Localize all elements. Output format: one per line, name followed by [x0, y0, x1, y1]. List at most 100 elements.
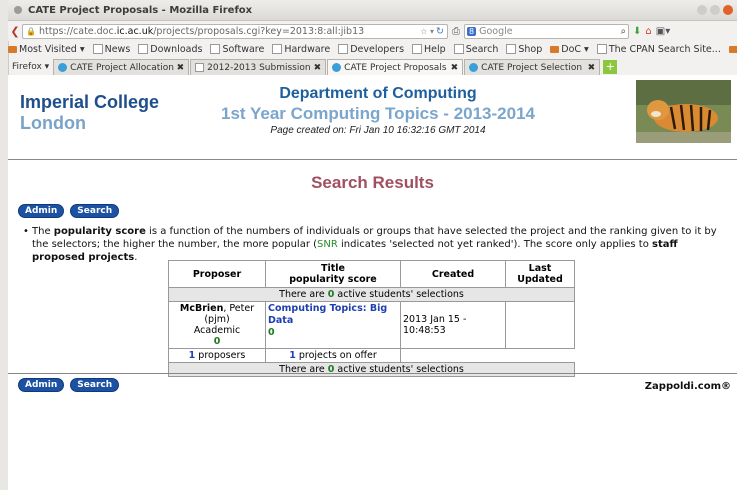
course-subtitle: 1st Year Computing Topics - 2013-2014: [221, 104, 535, 123]
search-button[interactable]: Search: [70, 378, 120, 392]
bookmark-label: Developers: [350, 43, 405, 55]
minimize-icon[interactable]: [697, 5, 707, 15]
project-title-link[interactable]: Computing Topics: Big Data: [268, 303, 387, 326]
admin-button[interactable]: Admin: [18, 204, 65, 218]
bookmark-item[interactable]: Developers: [338, 44, 404, 55]
bookmark-icon: [210, 44, 221, 54]
snr-label: SNR: [317, 239, 338, 250]
bookmark-label: Hardware: [284, 43, 331, 55]
bookmark-label: Shop: [518, 43, 543, 55]
admin-button[interactable]: Admin: [18, 378, 65, 392]
bookmark-item[interactable]: Hardware: [272, 44, 330, 55]
url-dropdown-icon[interactable]: ☆ ▾: [420, 27, 434, 36]
tab-selection[interactable]: CATE Project Selection for j... ✖: [464, 59, 601, 75]
results-table: Proposer Title popularity score Created …: [168, 260, 575, 377]
maximize-icon[interactable]: [710, 5, 720, 15]
print-icon[interactable]: ⎙: [448, 26, 464, 37]
active-selections-row: There are 0 active students' selections: [168, 287, 575, 302]
header-created: Created: [400, 260, 506, 288]
college-name: Imperial College: [20, 92, 160, 112]
title-bar: CATE Project Proposals - Mozilla Firefox: [8, 0, 737, 21]
page-content: Imperial College London Department of Co…: [8, 75, 737, 490]
search-button[interactable]: Search: [70, 204, 120, 218]
tab-proposals[interactable]: CATE Project Proposals ✖: [327, 59, 464, 75]
navigation-bar: ❮ 🔒 https://cate.doc. ic.ac.uk/projects/p…: [8, 21, 737, 41]
projects-count-cell: 1 projects on offer: [265, 348, 401, 363]
bookmark-item[interactable]: Shop: [506, 44, 542, 55]
bookmark-item[interactable]: The CPAN Search Site...: [596, 44, 721, 55]
bookmark-item[interactable]: Search: [453, 43, 499, 55]
bottom-buttons: Admin Search: [18, 378, 120, 392]
tab-allocation[interactable]: CATE Project Allocation Pr... ✖: [53, 59, 190, 75]
note-text: The: [32, 226, 54, 237]
url-domain: ic.ac.uk: [116, 25, 154, 37]
college-logo[interactable]: Imperial College London: [20, 92, 159, 134]
new-tab-button[interactable]: +: [603, 60, 618, 74]
url-bar[interactable]: 🔒 https://cate.doc. ic.ac.uk/projects/pro…: [22, 23, 448, 39]
bookmark-icon: [453, 44, 464, 54]
menu-icon[interactable]: ▣▾: [656, 26, 670, 37]
google-engine-icon[interactable]: 8: [467, 26, 477, 36]
document-icon: [195, 63, 205, 72]
bookmark-icon: [272, 44, 283, 54]
bullet: •: [23, 226, 29, 237]
bookmark-icon: [412, 44, 423, 54]
folder-icon: [550, 45, 560, 53]
header-title: Title popularity score: [265, 260, 401, 288]
table-row: McBrien, Peter (pjm) Academic 0 Computin…: [168, 301, 575, 349]
folder-icon: [8, 45, 17, 53]
reload-icon[interactable]: ↻: [436, 26, 444, 37]
tab-label: CATE Project Allocation Pr...: [70, 62, 174, 73]
search-placeholder: Google: [479, 25, 513, 37]
bookmark-item[interactable]: JEWEL ▾: [728, 44, 737, 55]
search-icon[interactable]: ⌕: [621, 26, 626, 37]
bookmark-item[interactable]: Downloads: [138, 44, 202, 55]
bookmark-item[interactable]: Help: [412, 44, 446, 55]
home-icon[interactable]: ⌂: [645, 26, 651, 37]
footer-divider: [8, 373, 737, 374]
tiger-image: [636, 80, 731, 143]
header-title-line2: popularity score: [289, 274, 377, 285]
active-selections-text: There are 0 active students' selections: [168, 287, 575, 302]
bookmark-label: Search: [465, 43, 499, 55]
bookmark-label: Most Visited ▾: [19, 43, 85, 55]
popularity-note: • The popularity score is a function of …: [23, 225, 727, 264]
back-arrow-icon[interactable]: ❮: [8, 25, 22, 38]
globe-icon: [58, 63, 68, 72]
lock-icon: 🔒: [26, 26, 36, 36]
close-tab-icon[interactable]: ✖: [588, 63, 596, 73]
tab-bar: Firefox ▾ CATE Project Allocation Pr... …: [8, 57, 737, 76]
globe-icon: [469, 63, 479, 72]
proposer-score: 0: [213, 336, 221, 347]
bookmark-item[interactable]: News: [92, 44, 130, 55]
tab-label: CATE Project Proposals: [344, 62, 447, 73]
close-window-icon[interactable]: [723, 5, 733, 15]
firefox-menu[interactable]: Firefox ▾: [8, 59, 53, 75]
bookmark-item[interactable]: DoC ▾: [550, 44, 589, 55]
bookmark-item[interactable]: Most Visited ▾: [8, 44, 85, 55]
note-text: indicates 'selected not yet ranked'). Th…: [337, 239, 653, 250]
created-cell: 2013 Jan 15 - 10:48:53: [400, 301, 506, 349]
active-selections-text: There are 0 active students' selections: [168, 362, 575, 377]
bookmark-icon: [338, 44, 349, 54]
college-city: London: [20, 113, 86, 133]
proposer-surname[interactable]: McBrien: [180, 303, 223, 314]
projects-count[interactable]: 1: [289, 350, 296, 361]
search-box[interactable]: 8 Google ⌕: [464, 23, 629, 39]
bookmark-item[interactable]: Software: [210, 44, 264, 55]
url-suffix: /projects/proposals.cgi?key=2013:8:all:j…: [153, 25, 365, 37]
firefox-icon: [14, 6, 22, 14]
proposer-cell: McBrien, Peter (pjm) Academic 0: [168, 301, 266, 349]
window-title: CATE Project Proposals - Mozilla Firefox: [28, 4, 253, 16]
proposers-label: proposers: [195, 350, 246, 361]
close-tab-icon[interactable]: ✖: [314, 63, 322, 73]
close-tab-icon[interactable]: ✖: [451, 63, 459, 73]
close-tab-icon[interactable]: ✖: [177, 63, 185, 73]
updated-cell: [505, 301, 575, 349]
footer-credit[interactable]: Zappoldi.com®: [645, 381, 731, 392]
tab-submissions[interactable]: 2012-2013 Submissions ✖: [190, 59, 327, 75]
note-bold-popularity: popularity score: [53, 226, 146, 237]
popularity-score: 0: [268, 327, 275, 338]
download-icon[interactable]: ⬇: [633, 26, 641, 37]
department-title: Department of Computing: [279, 85, 477, 102]
